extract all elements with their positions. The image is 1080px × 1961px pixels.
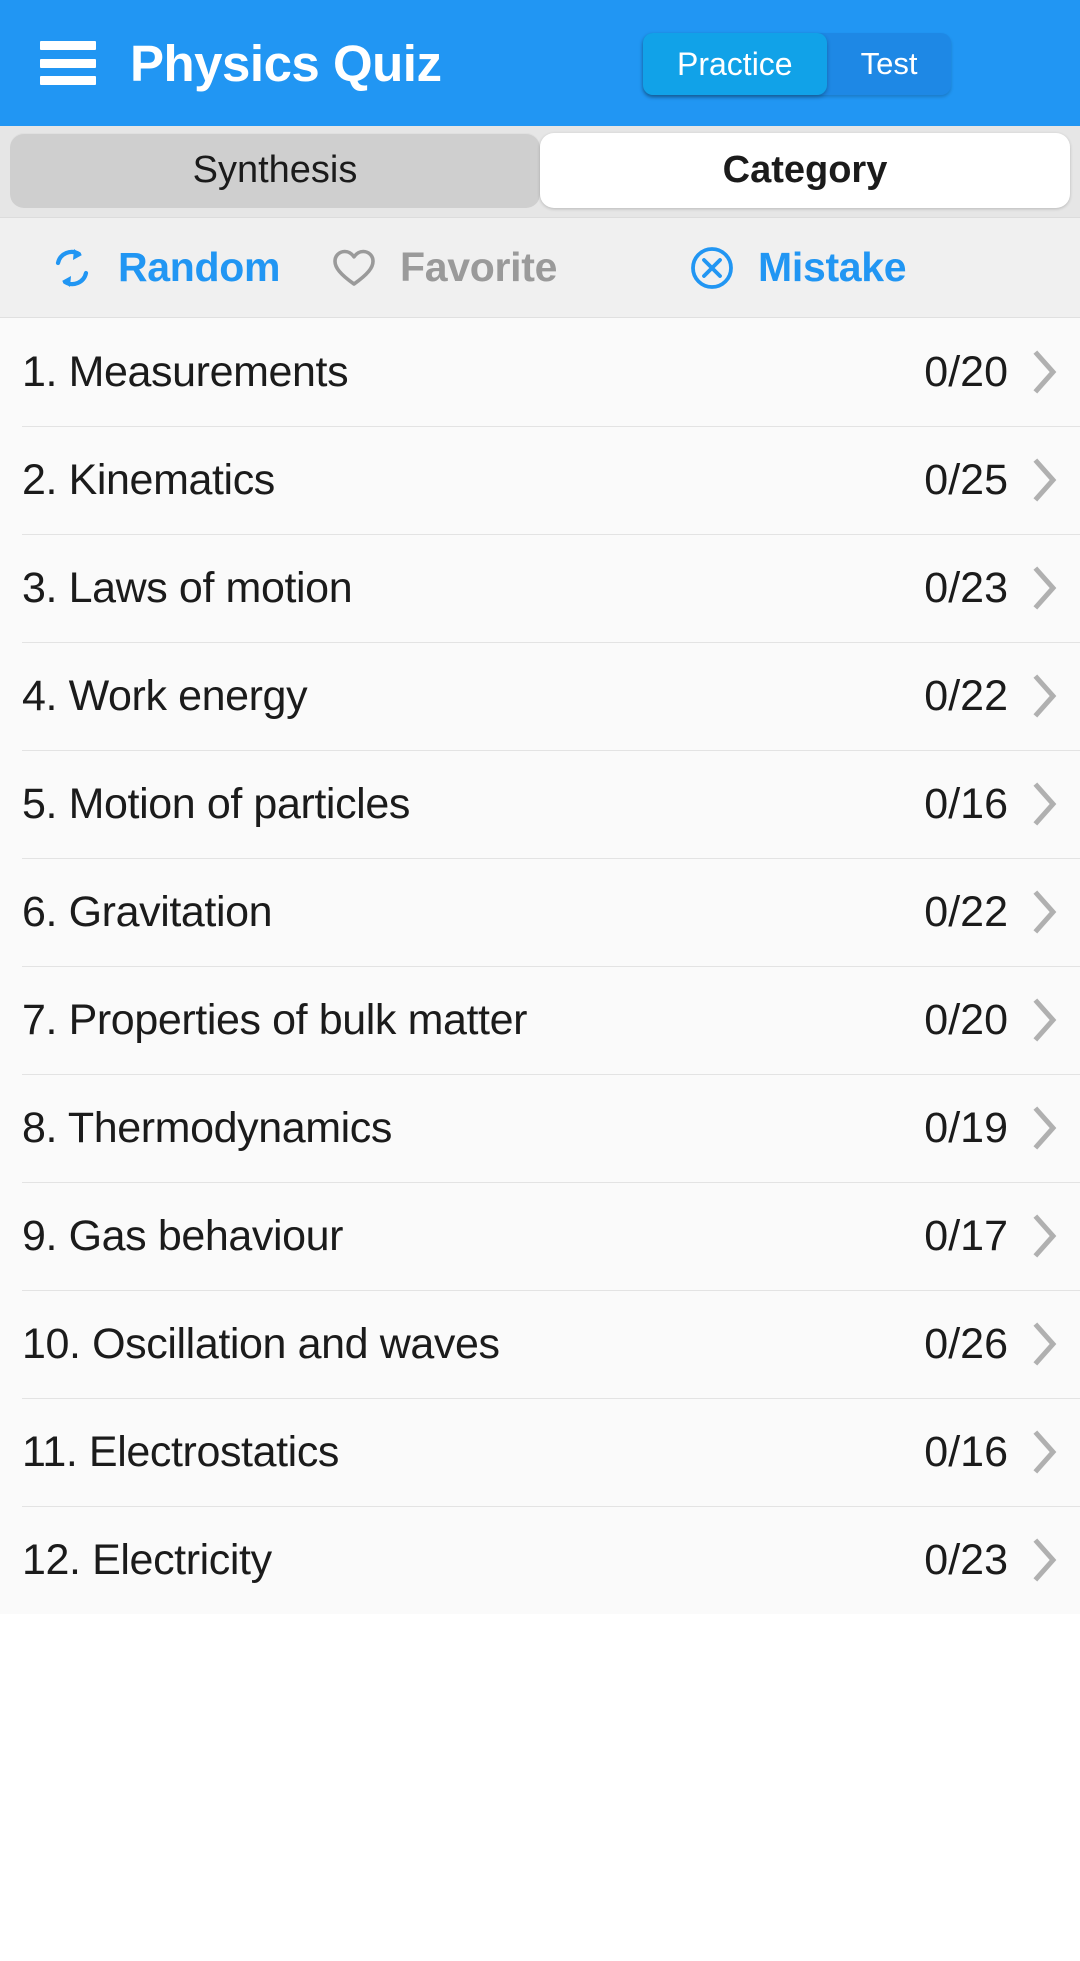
filter-favorite[interactable]: Favorite — [330, 244, 670, 292]
filter-random[interactable]: Random — [0, 244, 330, 292]
mode-practice-button[interactable]: Practice — [643, 33, 827, 95]
category-progress-count: 0/19 — [924, 1103, 1008, 1152]
table-row[interactable]: 3. Laws of motion 0/23 — [0, 534, 1080, 642]
category-progress-count: 0/16 — [924, 779, 1008, 828]
chevron-right-icon — [1033, 1430, 1057, 1474]
category-progress-count: 0/23 — [924, 563, 1008, 612]
category-progress-count: 0/17 — [924, 1211, 1008, 1260]
table-row[interactable]: 2. Kinematics 0/25 — [0, 426, 1080, 534]
tab-strip: Synthesis Category — [0, 126, 1080, 218]
category-title: 3. Laws of motion — [22, 563, 353, 612]
table-row[interactable]: 4. Work energy 0/22 — [0, 642, 1080, 750]
tab-category[interactable]: Category — [540, 133, 1070, 208]
mode-segmented-control: Practice Test — [643, 33, 952, 95]
circle-x-icon — [691, 246, 733, 289]
category-list[interactable]: 1. Measurements 0/20 2. Kinematics 0/25 3. L… — [0, 318, 1080, 1614]
category-progress-count: 0/20 — [924, 347, 1008, 396]
page-title: Physics Quiz — [130, 34, 442, 92]
mode-test-button[interactable]: Test — [827, 33, 952, 95]
chevron-right-icon — [1033, 674, 1057, 718]
table-row[interactable]: 6. Gravitation 0/22 — [0, 858, 1080, 966]
chevron-right-icon — [1033, 350, 1057, 394]
category-title: 8. Thermodynamics — [22, 1103, 392, 1152]
hamburger-bar — [40, 41, 96, 50]
category-title: 4. Work energy — [22, 671, 308, 720]
category-progress-count: 0/23 — [924, 1535, 1008, 1584]
category-title: 10. Oscillation and waves — [22, 1319, 500, 1368]
hamburger-bar — [40, 76, 96, 85]
chevron-right-icon — [1033, 1322, 1057, 1366]
category-title: 5. Motion of particles — [22, 779, 410, 828]
table-row[interactable]: 7. Properties of bulk matter 0/20 — [0, 966, 1080, 1074]
category-title: 9. Gas behaviour — [22, 1211, 344, 1260]
refresh-shuffle-icon — [55, 248, 89, 287]
category-title: 12. Electricity — [22, 1535, 272, 1584]
chevron-right-icon — [1033, 1538, 1057, 1582]
category-title: 7. Properties of bulk matter — [22, 995, 528, 1044]
category-title: 6. Gravitation — [22, 887, 273, 936]
category-title: 1. Measurements — [22, 347, 349, 396]
chevron-right-icon — [1033, 458, 1057, 502]
chevron-right-icon — [1033, 1214, 1057, 1258]
table-row[interactable]: 8. Thermodynamics 0/19 — [0, 1074, 1080, 1182]
category-progress-count: 0/22 — [924, 671, 1008, 720]
category-progress-count: 0/26 — [924, 1319, 1008, 1368]
filter-mistake-label: Mistake — [758, 244, 907, 290]
category-progress-count: 0/20 — [924, 995, 1008, 1044]
table-row[interactable]: 10. Oscillation and waves 0/26 — [0, 1290, 1080, 1398]
category-title: 11. Electrostatics — [22, 1427, 340, 1476]
category-progress-count: 0/22 — [924, 887, 1008, 936]
heart-outline-icon — [333, 249, 375, 286]
category-title: 2. Kinematics — [22, 455, 275, 504]
chevron-right-icon — [1033, 890, 1057, 934]
hamburger-bar — [40, 58, 96, 68]
table-row[interactable]: 12. Electricity 0/23 — [0, 1506, 1080, 1614]
chevron-right-icon — [1033, 566, 1057, 610]
table-row[interactable]: 11. Electrostatics 0/16 — [0, 1398, 1080, 1506]
filter-random-label: Random — [118, 244, 281, 290]
table-row[interactable]: 9. Gas behaviour 0/17 — [0, 1182, 1080, 1290]
table-row[interactable]: 5. Motion of particles 0/16 — [0, 750, 1080, 858]
filter-bar: Random Favorite Mistake — [0, 218, 1080, 318]
tab-synthesis[interactable]: Synthesis — [10, 133, 540, 208]
table-row[interactable]: 1. Measurements 0/20 — [0, 318, 1080, 426]
chevron-right-icon — [1033, 1106, 1057, 1150]
category-progress-count: 0/16 — [924, 1427, 1008, 1476]
chevron-right-icon — [1033, 998, 1057, 1042]
filter-mistake[interactable]: Mistake — [670, 244, 907, 292]
app-bar: Physics Quiz Practice Test — [0, 0, 1080, 126]
category-progress-count: 0/25 — [924, 455, 1008, 504]
chevron-right-icon — [1033, 782, 1057, 826]
hamburger-menu-icon[interactable] — [40, 41, 96, 85]
filter-favorite-label: Favorite — [400, 244, 558, 290]
